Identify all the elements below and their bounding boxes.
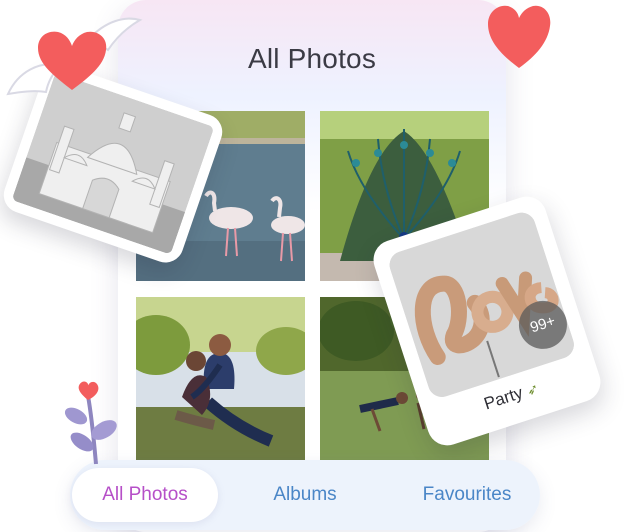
album-name: Party (481, 383, 526, 414)
tab-favourites[interactable]: Favourites (404, 468, 530, 522)
heart-icon (488, 5, 551, 69)
photo-couple[interactable] (136, 297, 305, 460)
photo-gallery-hero: All Photos 99+ Party ➶ All Photos Albums… (0, 0, 624, 532)
tab-albums[interactable]: Albums (246, 468, 364, 522)
plant-icon (64, 381, 117, 465)
party-popper-icon: ➶ (524, 379, 541, 399)
bottom-tab-bar: All Photos Albums Favourites (70, 460, 540, 530)
tab-all-photos[interactable]: All Photos (72, 468, 218, 522)
winged-heart-icon (6, 17, 143, 96)
page-title: All Photos (247, 43, 377, 74)
